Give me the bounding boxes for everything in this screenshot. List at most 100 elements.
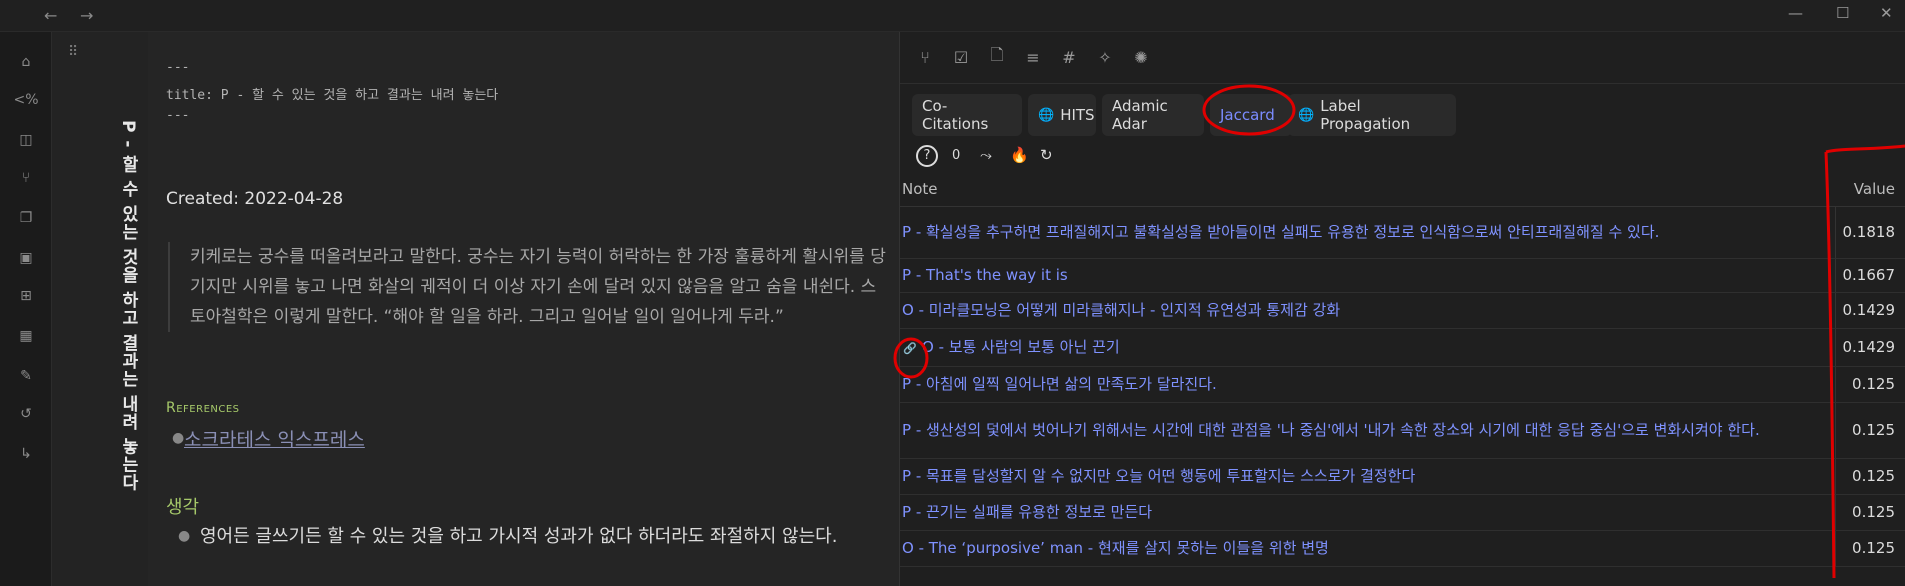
table-row[interactable]: O - 미라클모닝은 어떻게 미라클해지나 - 인지적 유연성과 통제감 강화 0… [900, 292, 1905, 329]
tab-label: Label Propagation [1320, 97, 1411, 133]
jaccard-value: 0.1667 [1834, 258, 1905, 293]
table-row[interactable]: 🔗 O - 보통 사람의 보통 아닌 끈기 0.1429 [900, 328, 1905, 367]
table-row[interactable]: P - 생산성의 덫에서 벗어나기 위해서는 시간에 대한 관점을 '나 중심'… [900, 402, 1905, 459]
note-title[interactable]: P - 끈기는 실패를 유용한 정보로 만든다 [902, 503, 1152, 521]
globe-icon: 🌐 [1298, 107, 1315, 123]
panel-toolbar: ⑂ ☑ 🗋 ≡ # ✧ ✺ [900, 32, 1905, 84]
note-column-header[interactable]: Note [900, 172, 1835, 207]
collapsed-note-strip[interactable]: ⠿ P - 할 수 있는 것을 하고 결과는 내려 놓는다 [52, 32, 148, 586]
back-arrow-icon[interactable]: ← [44, 6, 57, 25]
tab-label: HITS [1060, 106, 1095, 124]
table-row[interactable]: P - 끈기는 실패를 유용한 정보로 만든다 0.125 [900, 494, 1905, 531]
jaccard-value: 0.1429 [1834, 328, 1905, 367]
title-bar: ← → — ☐ ✕ [0, 0, 1905, 32]
help-icon[interactable]: ? [916, 145, 938, 167]
fire-icon[interactable]: 🔥 [1010, 146, 1029, 164]
template-icon[interactable]: <% [13, 88, 38, 112]
tasks-icon[interactable]: ☑ [950, 46, 972, 68]
note-title[interactable]: P - 생산성의 덫에서 벗어나기 위해서는 시간에 대한 관점을 '나 중심'… [902, 421, 1760, 439]
note-title[interactable]: O - The ‘purposive’ man - 현재를 살지 못하는 이들을… [902, 539, 1329, 557]
minimize-button[interactable]: — [1788, 4, 1803, 22]
value-column-header[interactable]: Value [1835, 172, 1905, 207]
drag-handle-icon[interactable]: ⠿ [68, 44, 78, 60]
terminal-icon[interactable]: ▣ [14, 246, 38, 270]
home-icon[interactable]: ⌂ [14, 50, 38, 74]
frontmatter-close: --- [166, 108, 190, 123]
table-row[interactable]: O - The ‘purposive’ man - 현재를 살지 못하는 이들을… [900, 530, 1905, 567]
table-header-row: Note Value [900, 172, 1905, 207]
note-title[interactable]: O - 보통 사람의 보통 아닌 끈기 [922, 338, 1120, 356]
frontmatter-title: title: P - 할 수 있는 것을 하고 결과는 내려 놓는다 [166, 88, 499, 103]
jaccard-value: 0.1429 [1834, 292, 1905, 329]
note-title[interactable]: P - 확실성을 추구하면 프래질해지고 불확실성을 받아들이면 실패도 유용한… [902, 223, 1659, 241]
note-link[interactable]: P - 아침에 일찍 일어나면 삶의 만족도가 달라진다. [900, 366, 1835, 403]
bullet-icon: ● [172, 430, 185, 446]
bullet-icon: ● [178, 528, 191, 544]
tab-hits[interactable]: 🌐 HITS [1028, 94, 1096, 136]
table-row[interactable]: P - 확실성을 추구하면 프래질해지고 불확실성을 받아들이면 실패도 유용한… [900, 206, 1905, 259]
table-row[interactable]: P - 목표를 달성할지 알 수 없지만 오늘 어떤 행동에 투표할지는 스스로… [900, 458, 1905, 495]
note-link[interactable]: P - That's the way it is [900, 258, 1835, 293]
graph-analysis-panel: ⑂ ☑ 🗋 ≡ # ✧ ✺ Co-Citations 🌐 HITS Adamic Adar … [900, 32, 1905, 586]
tab-label: Co-Citations [922, 97, 989, 133]
note-title[interactable]: P - That's the way it is [902, 266, 1068, 284]
blockquote: 키케로는 궁수를 떠올려보라고 말한다. 궁수는 자기 능력이 허락하는 한 가… [168, 242, 888, 332]
table-row[interactable]: P - 아침에 일찍 일어나면 삶의 만족도가 달라진다. 0.125 [900, 366, 1905, 403]
jaccard-value: 0.1818 [1834, 206, 1905, 259]
jaccard-value: 0.125 [1834, 458, 1905, 495]
note-link[interactable]: O - 미라클모닝은 어떻게 미라클해지나 - 인지적 유연성과 통제감 강화 [900, 292, 1835, 329]
thought-body: 영어든 글쓰기든 할 수 있는 것을 하고 가시적 성과가 없다 하더라도 좌절… [200, 526, 838, 547]
ribbon: ⌂ <% ◫ ⑂ ❐ ▣ ⊞ ▦ ✎ ↺ ↳ [0, 32, 52, 586]
jaccard-value: 0.125 [1834, 494, 1905, 531]
search-icon[interactable]: ◫ [14, 128, 38, 152]
thought-heading: 생각 [166, 497, 200, 518]
created-date: Created: 2022-04-28 [166, 189, 344, 209]
count-value[interactable]: 0 [952, 148, 960, 163]
tab-label-propagation[interactable]: 🌐 Label Propagation [1288, 94, 1456, 136]
link-icon[interactable]: 🔗 [902, 341, 918, 357]
history-icon[interactable]: ↺ [14, 402, 38, 426]
note-link[interactable]: 🔗 O - 보통 사람의 보통 아닌 끈기 [900, 328, 1835, 367]
note-link[interactable]: O - The ‘purposive’ man - 현재를 살지 못하는 이들을… [900, 530, 1835, 567]
note-link[interactable]: P - 확실성을 추구하면 프래질해지고 불확실성을 받아들이면 실패도 유용한… [900, 206, 1835, 259]
tag-icon[interactable]: # [1058, 46, 1080, 68]
refresh-icon[interactable]: ↻ [1040, 146, 1053, 164]
tab-adamic-adar[interactable]: Adamic Adar [1102, 94, 1204, 136]
file-icon[interactable]: 🗋 [986, 45, 1008, 68]
note-title[interactable]: O - 미라클모닝은 어떻게 미라클해지나 - 인지적 유연성과 통제감 강화 [902, 301, 1340, 319]
tab-jaccard[interactable]: Jaccard [1210, 94, 1292, 136]
jaccard-value: 0.125 [1834, 366, 1905, 403]
graph-icon[interactable]: ⑂ [14, 166, 38, 190]
close-button[interactable]: ✕ [1880, 4, 1893, 22]
tab-co-citations[interactable]: Co-Citations [912, 94, 1022, 136]
maximize-button[interactable]: ☐ [1836, 4, 1849, 22]
note-title[interactable]: P - 목표를 달성할지 알 수 없지만 오늘 어떤 행동에 투표할지는 스스로… [902, 467, 1415, 485]
tab-label: Adamic Adar [1112, 97, 1168, 133]
table-row[interactable]: P - That's the way it is 0.1667 [900, 258, 1905, 293]
reference-link[interactable]: 소크라테스 익스프레스 [184, 425, 365, 452]
references-heading: References [166, 400, 240, 416]
pages-icon[interactable]: ❐ [14, 206, 38, 230]
graph-view-icon[interactable]: ⑂ [914, 46, 936, 68]
note-link[interactable]: P - 목표를 달성할지 알 수 없지만 오늘 어떤 행동에 투표할지는 스스로… [900, 458, 1835, 495]
results-table: Note Value P - 확실성을 추구하면 프래질해지고 불확실성을 받아… [900, 172, 1905, 567]
tab-label: Jaccard [1220, 106, 1275, 124]
grid-icon[interactable]: ⊞ [14, 284, 38, 308]
wand-icon[interactable]: ✧ [1094, 46, 1116, 68]
calendar-icon[interactable]: ▦ [14, 324, 38, 348]
network-icon[interactable]: ✺ [1130, 46, 1152, 68]
trend-icon[interactable]: ⤳ [980, 146, 992, 164]
globe-icon: 🌐 [1038, 107, 1055, 123]
jaccard-value: 0.125 [1834, 530, 1905, 567]
forward-arrow-icon[interactable]: → [80, 6, 93, 25]
jaccard-value: 0.125 [1834, 402, 1905, 459]
branch-icon[interactable]: ↳ [14, 442, 38, 466]
note-editor[interactable]: --- title: P - 할 수 있는 것을 하고 결과는 내려 놓는다 -… [148, 32, 900, 586]
note-title[interactable]: P - 아침에 일찍 일어나면 삶의 만족도가 달라진다. [902, 375, 1217, 393]
list-icon[interactable]: ≡ [1022, 46, 1044, 68]
vertical-note-title[interactable]: P - 할 수 있는 것을 하고 결과는 내려 놓는다 [116, 120, 141, 492]
note-link[interactable]: P - 끈기는 실패를 유용한 정보로 만든다 [900, 494, 1835, 531]
brush-icon[interactable]: ✎ [14, 364, 38, 388]
frontmatter-open: --- [166, 60, 190, 75]
note-link[interactable]: P - 생산성의 덫에서 벗어나기 위해서는 시간에 대한 관점을 '나 중심'… [900, 402, 1835, 459]
